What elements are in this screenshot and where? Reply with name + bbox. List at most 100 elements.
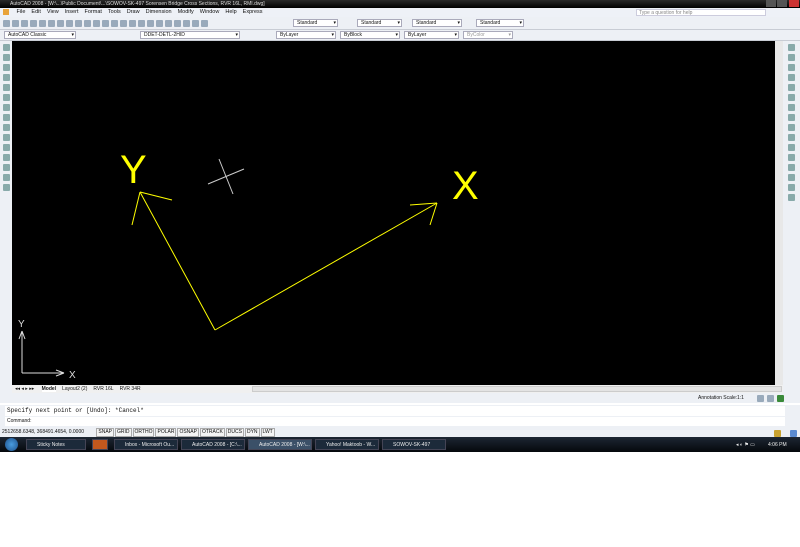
clock[interactable]: 4:06 PM <box>768 442 787 448</box>
redo-icon[interactable] <box>102 20 109 27</box>
xline-icon[interactable] <box>2 54 10 61</box>
task-outlook[interactable]: Inbox - Microsoft Ou... <box>114 439 178 450</box>
tab-rvr-34r[interactable]: RVR 34R <box>120 386 141 392</box>
otrack-toggle[interactable]: OTRACK <box>199 428 225 437</box>
annotation-visibility-icon[interactable] <box>757 395 764 402</box>
command-input[interactable]: Command: <box>5 417 785 426</box>
calculator-icon[interactable] <box>192 20 199 27</box>
menu-draw[interactable]: Draw <box>127 9 140 15</box>
tab-model[interactable]: Model <box>41 386 57 392</box>
polar-toggle[interactable]: POLAR <box>155 428 177 437</box>
cut-icon[interactable] <box>57 20 64 27</box>
snap-toggle[interactable]: SNAP <box>96 428 115 437</box>
menu-window[interactable]: Window <box>200 9 220 15</box>
multileader-style-select[interactable]: Standard <box>476 19 524 27</box>
trim-icon[interactable] <box>788 134 795 141</box>
make-block-icon[interactable] <box>2 154 10 161</box>
revcloud-icon[interactable] <box>2 114 10 121</box>
text-icon[interactable] <box>2 184 10 191</box>
tab-layout2[interactable]: Layout2 (2) <box>62 386 87 392</box>
copy-icon[interactable] <box>66 20 73 27</box>
plot-icon[interactable] <box>30 20 37 27</box>
insert-block-icon[interactable] <box>2 144 10 151</box>
chamfer-icon[interactable] <box>788 174 795 181</box>
tool-palettes-icon[interactable] <box>165 20 172 27</box>
move-icon[interactable] <box>788 94 795 101</box>
ellipse-icon[interactable] <box>2 134 10 141</box>
task-sowov[interactable]: SOWOV-SK-497 <box>382 439 446 450</box>
paste-icon[interactable] <box>75 20 82 27</box>
properties-icon[interactable] <box>147 20 154 27</box>
app-icon[interactable] <box>3 8 9 15</box>
markup-icon[interactable] <box>183 20 190 27</box>
help-search-input[interactable]: Type a question for help <box>636 9 766 16</box>
dim-style-select[interactable]: Standard <box>357 19 402 27</box>
task-firefox[interactable] <box>92 439 108 450</box>
tray-icons[interactable]: ◂ ◐ ⚑ ▭ <box>736 442 755 448</box>
horizontal-scrollbar[interactable] <box>252 386 782 392</box>
rectangle-icon[interactable] <box>2 84 10 91</box>
task-autocad-c[interactable]: AutoCAD 2008 - [C:\... <box>181 439 245 450</box>
annotation-scale-select[interactable]: 1:1 <box>737 393 744 403</box>
plotstyle-select[interactable]: ByColor <box>463 31 513 39</box>
color-select[interactable]: ByLayer <box>276 31 336 39</box>
scale-icon[interactable] <box>788 114 795 121</box>
design-center-icon[interactable] <box>156 20 163 27</box>
layer-select[interactable]: DDET-DETL-2HID <box>140 31 240 39</box>
table-style-select[interactable]: Standard <box>412 19 462 27</box>
clean-screen-icon[interactable] <box>790 430 797 437</box>
osnap-toggle[interactable]: OSNAP <box>177 428 199 437</box>
lwt-toggle[interactable]: LWT <box>260 428 275 437</box>
rotate-icon[interactable] <box>788 104 795 111</box>
vertical-scrollbar[interactable] <box>775 41 783 385</box>
erase-icon[interactable] <box>788 44 795 51</box>
fillet-icon[interactable] <box>788 184 795 191</box>
arc-icon[interactable] <box>2 94 10 101</box>
minimize-button[interactable] <box>766 0 776 7</box>
publish-icon[interactable] <box>48 20 55 27</box>
task-autocad-w[interactable]: AutoCAD 2008 - [W:\... <box>248 439 312 450</box>
tab-rvr-16l[interactable]: RVR 16L <box>93 386 113 392</box>
join-icon[interactable] <box>788 164 795 171</box>
drawing-canvas[interactable]: Y X Y X <box>12 41 783 385</box>
menu-dimension[interactable]: Dimension <box>146 9 172 15</box>
polyline-icon[interactable] <box>2 64 10 71</box>
task-sticky-notes[interactable]: Sticky Notes <box>26 439 86 450</box>
array-icon[interactable] <box>788 84 795 91</box>
copy-object-icon[interactable] <box>788 54 795 61</box>
workspace-icon[interactable] <box>777 395 784 402</box>
dyn-toggle[interactable]: DYN <box>244 428 260 437</box>
zoom-icon[interactable] <box>120 20 127 27</box>
menu-express[interactable]: Express <box>243 9 263 15</box>
offset-icon[interactable] <box>788 74 795 81</box>
extend-icon[interactable] <box>788 144 795 151</box>
polygon-icon[interactable] <box>2 74 10 81</box>
circle-icon[interactable] <box>2 104 10 111</box>
menu-insert[interactable]: Insert <box>65 9 79 15</box>
open-icon[interactable] <box>12 20 19 27</box>
maximize-button[interactable] <box>777 0 787 7</box>
preview-icon[interactable] <box>39 20 46 27</box>
save-icon[interactable] <box>21 20 28 27</box>
mirror-icon[interactable] <box>788 64 795 71</box>
menu-modify[interactable]: Modify <box>178 9 194 15</box>
task-yahoo[interactable]: Yahoo! Maktoob - W... <box>315 439 379 450</box>
hatch-icon[interactable] <box>2 164 10 171</box>
zoom-window-icon[interactable] <box>129 20 136 27</box>
new-icon[interactable] <box>3 20 10 27</box>
undo-icon[interactable] <box>93 20 100 27</box>
stretch-icon[interactable] <box>788 124 795 131</box>
grid-toggle[interactable]: GRID <box>115 428 132 437</box>
workspace-select[interactable]: AutoCAD Classic <box>4 31 76 39</box>
match-icon[interactable] <box>84 20 91 27</box>
start-button[interactable] <box>5 438 18 451</box>
sheet-set-icon[interactable] <box>174 20 181 27</box>
ducs-toggle[interactable]: DUCS <box>225 428 244 437</box>
menu-format[interactable]: Format <box>84 9 101 15</box>
close-button[interactable] <box>789 0 799 7</box>
explode-icon[interactable] <box>788 194 795 201</box>
menu-view[interactable]: View <box>47 9 59 15</box>
lock-icon[interactable] <box>774 430 781 437</box>
help-icon[interactable] <box>201 20 208 27</box>
text-style-select[interactable]: Standard <box>293 19 338 27</box>
